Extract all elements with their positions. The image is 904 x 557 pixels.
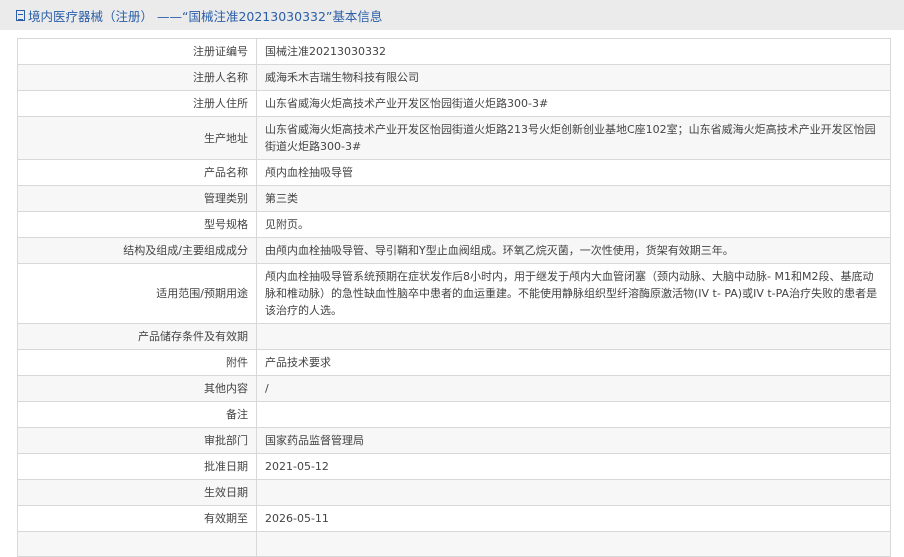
field-value: 2026-05-11 <box>256 505 891 532</box>
field-label: 型号规格 <box>17 211 257 238</box>
field-label: 产品储存条件及有效期 <box>17 323 257 350</box>
page-title: 境内医疗器械（注册） ——“国械注准20213030332”基本信息 <box>28 8 383 24</box>
field-value: 见附页。 <box>256 211 891 238</box>
table-row: 注册证编号 国械注准20213030332 <box>17 38 891 65</box>
field-value: 颅内血栓抽吸导管 <box>256 159 891 186</box>
field-label: 管理类别 <box>17 185 257 212</box>
field-label: 注册人住所 <box>17 90 257 117</box>
field-value: 由颅内血栓抽吸导管、导引鞘和Y型止血阀组成。环氧乙烷灭菌，一次性使用，货架有效期… <box>256 237 891 264</box>
field-value: 国械注准20213030332 <box>256 38 891 65</box>
field-value: 威海禾木吉瑞生物科技有限公司 <box>256 64 891 91</box>
field-label: 注册人名称 <box>17 64 257 91</box>
field-value: 第三类 <box>256 185 891 212</box>
detail-panel: 注册证编号 国械注准20213030332 注册人名称 威海禾木吉瑞生物科技有限公司注… <box>5 30 904 557</box>
field-label: 审批部门 <box>17 427 257 454</box>
field-value <box>256 531 891 557</box>
table-row: 注册人住所 山东省威海火炬高技术产业开发区怡园街道火炬路300-3# <box>17 90 891 117</box>
table-row: 其他内容 / <box>17 375 891 402</box>
field-label: 适用范围/预期用途 <box>17 263 257 324</box>
table-row: 生产地址 山东省威海火炬高技术产业开发区怡园街道火炬路213号火炬创新创业基地C座… <box>17 116 891 160</box>
field-value: 国家药品监督管理局 <box>256 427 891 454</box>
table-row: 生效日期 <box>17 479 891 506</box>
field-value <box>256 479 891 506</box>
table-row <box>17 531 891 557</box>
table-row: 适用范围/预期用途 颅内血栓抽吸导管系统预期在症状发作后8小时内，用于继发于颅内大… <box>17 263 891 324</box>
field-label: 附件 <box>17 349 257 376</box>
table-row: 产品储存条件及有效期 <box>17 323 891 350</box>
table-row: 审批部门 国家药品监督管理局 <box>17 427 891 454</box>
field-value: 山东省威海火炬高技术产业开发区怡园街道火炬路300-3# <box>256 90 891 117</box>
field-value <box>256 323 891 350</box>
table-row: 有效期至 2026-05-11 <box>17 505 891 532</box>
field-label: 结构及组成/主要组成成分 <box>17 237 257 264</box>
table-row: 结构及组成/主要组成成分 由颅内血栓抽吸导管、导引鞘和Y型止血阀组成。环氧乙烷灭菌… <box>17 237 891 264</box>
info-table: 注册证编号 国械注准20213030332 注册人名称 威海禾木吉瑞生物科技有限公司注… <box>17 38 891 557</box>
field-label <box>17 531 257 557</box>
field-label: 有效期至 <box>17 505 257 532</box>
field-label: 生效日期 <box>17 479 257 506</box>
field-label: 注册证编号 <box>17 38 257 65</box>
field-value: / <box>256 375 891 402</box>
table-row: 附件 产品技术要求 <box>17 349 891 376</box>
table-row: 管理类别 第三类 <box>17 185 891 212</box>
table-row: 批准日期 2021-05-12 <box>17 453 891 480</box>
page-header: 境内医疗器械（注册） ——“国械注准20213030332”基本信息 <box>0 0 904 30</box>
field-label: 产品名称 <box>17 159 257 186</box>
field-label: 备注 <box>17 401 257 428</box>
field-label: 生产地址 <box>17 116 257 160</box>
field-value: 颅内血栓抽吸导管系统预期在症状发作后8小时内，用于继发于颅内大血管闭塞（颈内动脉… <box>256 263 891 324</box>
document-icon <box>16 9 25 21</box>
table-row: 备注 <box>17 401 891 428</box>
field-value <box>256 401 891 428</box>
field-value: 山东省威海火炬高技术产业开发区怡园街道火炬路213号火炬创新创业基地C座102室… <box>256 116 891 160</box>
field-value: 2021-05-12 <box>256 453 891 480</box>
field-label: 批准日期 <box>17 453 257 480</box>
field-label: 其他内容 <box>17 375 257 402</box>
field-value: 产品技术要求 <box>256 349 891 376</box>
table-row: 型号规格 见附页。 <box>17 211 891 238</box>
table-row: 产品名称 颅内血栓抽吸导管 <box>17 159 891 186</box>
table-row: 注册人名称 威海禾木吉瑞生物科技有限公司 <box>17 64 891 91</box>
